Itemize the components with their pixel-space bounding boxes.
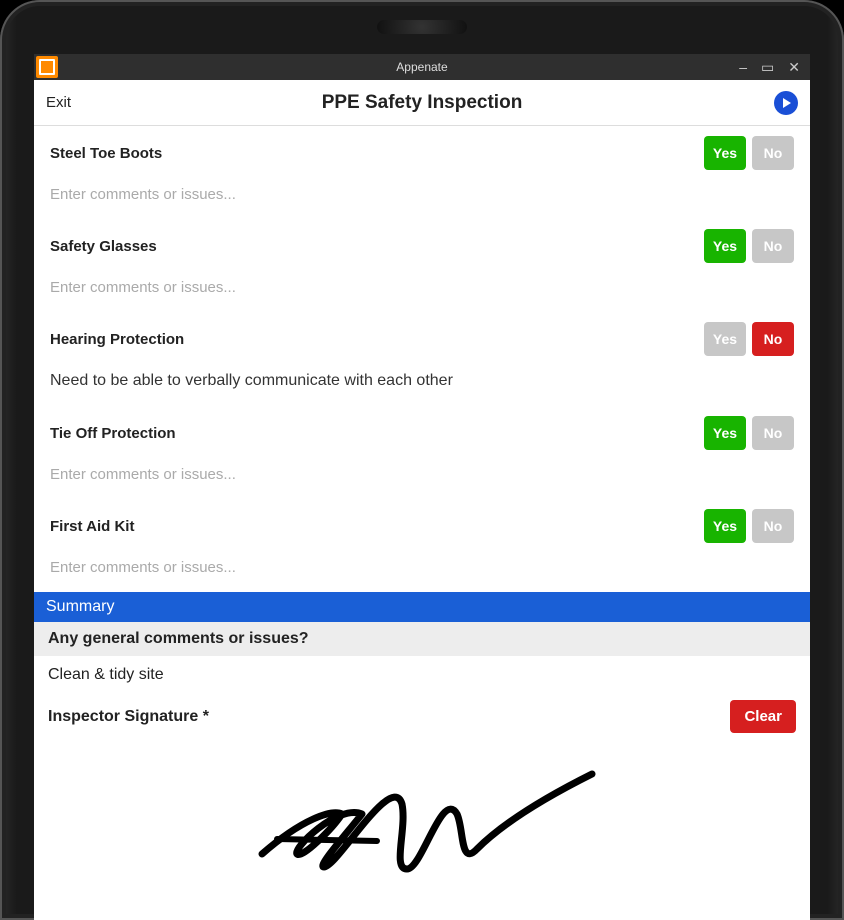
window-title: Appenate	[396, 60, 447, 74]
comment-row: Need to be able to verbally communicate …	[34, 362, 810, 406]
comment-input[interactable]	[50, 273, 794, 302]
yes-no-group: Yes No	[704, 416, 794, 450]
comment-row	[34, 176, 810, 219]
comment-row	[34, 269, 810, 312]
form-content: Steel Toe Boots Yes No Safety Glasses Ye…	[34, 126, 810, 920]
maximize-icon[interactable]: ▭	[761, 59, 774, 76]
item-label: Tie Off Protection	[50, 425, 176, 442]
no-button[interactable]: No	[752, 136, 794, 170]
window-controls: – ▭ ✕	[739, 59, 810, 76]
app-logo-icon	[36, 56, 58, 78]
comment-value[interactable]: Need to be able to verbally communicate …	[50, 366, 794, 396]
yes-no-group: Yes No	[704, 136, 794, 170]
yes-no-group: Yes No	[704, 322, 794, 356]
tablet-frame: Appenate – ▭ ✕ Exit PPE Safety Inspectio…	[0, 0, 844, 920]
comment-row	[34, 456, 810, 499]
tablet-camera	[377, 20, 467, 34]
item-label: Safety Glasses	[50, 238, 157, 255]
comment-input[interactable]	[50, 553, 794, 582]
yes-button[interactable]: Yes	[704, 322, 746, 356]
yes-button[interactable]: Yes	[704, 509, 746, 543]
yes-no-group: Yes No	[704, 229, 794, 263]
item-label: Hearing Protection	[50, 331, 184, 348]
checklist-item: First Aid Kit Yes No	[34, 499, 810, 549]
signature-ink-icon	[242, 759, 602, 889]
summary-section-header: Summary	[34, 592, 810, 622]
next-button[interactable]	[774, 91, 798, 115]
no-button[interactable]: No	[752, 229, 794, 263]
page-title: PPE Safety Inspection	[322, 92, 523, 114]
clear-signature-button[interactable]: Clear	[730, 700, 796, 733]
checklist-item: Hearing Protection Yes No	[34, 312, 810, 362]
item-label: First Aid Kit	[50, 518, 134, 535]
no-button[interactable]: No	[752, 509, 794, 543]
exit-button[interactable]: Exit	[46, 94, 71, 111]
yes-no-group: Yes No	[704, 509, 794, 543]
window-titlebar: Appenate – ▭ ✕	[34, 54, 810, 80]
checklist-item: Tie Off Protection Yes No	[34, 406, 810, 456]
yes-button[interactable]: Yes	[704, 229, 746, 263]
comment-row	[34, 549, 810, 592]
signature-label: Inspector Signature *	[48, 708, 209, 726]
close-icon[interactable]: ✕	[788, 59, 800, 76]
general-comments-value[interactable]: Clean & tidy site	[34, 656, 810, 694]
arrow-right-icon	[781, 95, 791, 111]
checklist-item: Steel Toe Boots Yes No	[34, 126, 810, 176]
yes-button[interactable]: Yes	[704, 136, 746, 170]
comment-input[interactable]	[50, 460, 794, 489]
app-screen: Appenate – ▭ ✕ Exit PPE Safety Inspectio…	[34, 54, 810, 920]
minimize-icon[interactable]: –	[739, 59, 747, 76]
signature-row: Inspector Signature * Clear	[34, 694, 810, 739]
item-label: Steel Toe Boots	[50, 145, 162, 162]
checklist-item: Safety Glasses Yes No	[34, 219, 810, 269]
app-header: Exit PPE Safety Inspection	[34, 80, 810, 126]
general-comments-label: Any general comments or issues?	[34, 622, 810, 656]
yes-button[interactable]: Yes	[704, 416, 746, 450]
comment-input[interactable]	[50, 180, 794, 209]
signature-canvas[interactable]	[34, 739, 810, 909]
no-button[interactable]: No	[752, 416, 794, 450]
no-button[interactable]: No	[752, 322, 794, 356]
